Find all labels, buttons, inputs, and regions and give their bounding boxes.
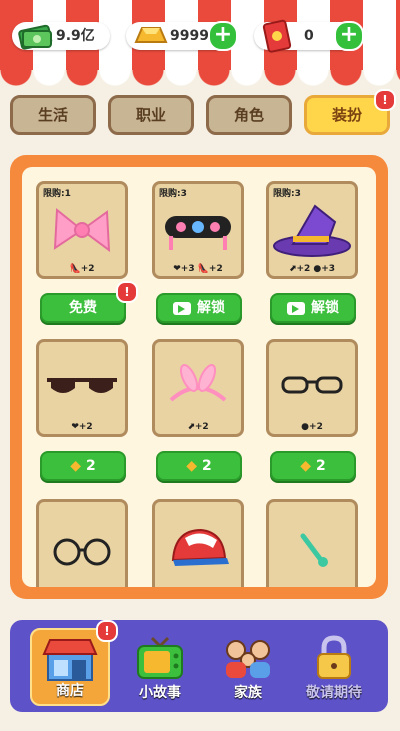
category-tabs: 生活 职业 角色 装扮 !: [0, 89, 400, 139]
cash-stack-icon: [18, 24, 53, 50]
ticket-value: 0: [304, 28, 314, 44]
nav-shop-badge: !: [96, 620, 118, 642]
item-stats: ❤+2: [71, 422, 93, 432]
money-value: 9.9亿: [56, 28, 95, 44]
item-card-baseball-cap[interactable]: [152, 499, 244, 587]
unlock-label: 解锁: [311, 300, 339, 316]
round-glasses-icon: [53, 538, 111, 566]
price-label: 2: [85, 458, 96, 474]
item-grid[interactable]: 限购:1 👠+2 限购:3 ❤+3 👠+2 限购:3 ⬈+2 ●+3 免费 ! …: [22, 167, 376, 587]
free-claim-button[interactable]: 免费: [40, 293, 126, 323]
nav-coming-soon-label: 敬请期待: [306, 685, 362, 701]
bottom-navigation: 商店 ! 小故事 家族 敬请期待: [10, 620, 388, 712]
bunny-ears-icon: [169, 364, 227, 402]
add-ticket-button[interactable]: +: [334, 21, 364, 51]
shop-icon: [42, 639, 98, 681]
item-card-witch-hat[interactable]: 限购:3 ⬈+2 ●+3: [266, 181, 358, 279]
item-stats: ❤+3 👠+2: [173, 264, 223, 274]
gold-buy-button[interactable]: ◆ 2: [270, 451, 356, 481]
gold-bar-icon: ◆: [70, 458, 86, 474]
video-icon: [287, 301, 305, 315]
add-gold-button[interactable]: +: [208, 21, 238, 51]
resource-bar: 9.9亿 9999996 + 0 +: [0, 12, 400, 56]
item-stats: ⬈+2 ●+3: [288, 264, 336, 274]
red-envelope-icon: [262, 19, 292, 53]
tab-role[interactable]: 角色: [206, 95, 292, 135]
item-card-round-glasses[interactable]: [36, 499, 128, 587]
unlock-label: 解锁: [197, 300, 225, 316]
lock-icon: [317, 635, 351, 679]
gold-bar-icon: [134, 27, 168, 43]
item-card-flower-headband[interactable]: 限购:3 ❤+3 👠+2: [152, 181, 244, 279]
gold-bar-icon: ◆: [186, 458, 202, 474]
free-claim-badge: !: [116, 281, 138, 303]
item-card-bunny-ears[interactable]: ⬈+2: [152, 339, 244, 437]
item-card-pink-bow[interactable]: 限购:1 👠+2: [36, 181, 128, 279]
video-unlock-button[interactable]: 解锁: [156, 293, 242, 323]
video-icon: [173, 301, 191, 315]
gold-buy-button[interactable]: ◆ 2: [40, 451, 126, 481]
nav-family[interactable]: 家族: [208, 628, 288, 706]
nav-family-label: 家族: [234, 685, 262, 701]
nav-story[interactable]: 小故事: [120, 628, 200, 706]
item-stats: ⬈+2: [187, 422, 209, 432]
glasses-icon: [281, 376, 343, 394]
video-unlock-button[interactable]: 解锁: [270, 293, 356, 323]
item-stats: ●+2: [301, 422, 323, 432]
ticket-counter: 0 +: [254, 19, 364, 53]
tab-life[interactable]: 生活: [10, 95, 96, 135]
gold-bar-icon: ◆: [300, 458, 316, 474]
nav-story-label: 小故事: [139, 685, 181, 701]
tv-icon: [137, 636, 183, 679]
gold-buy-button[interactable]: ◆ 2: [156, 451, 242, 481]
flower-headband-icon: [165, 216, 231, 250]
sunglasses-icon: [47, 378, 117, 393]
item-card-hair-clip[interactable]: [266, 499, 358, 587]
nav-coming-soon[interactable]: 敬请期待: [294, 628, 374, 706]
witch-hat-icon: [273, 204, 351, 257]
item-card-sunglasses[interactable]: ❤+2: [36, 339, 128, 437]
nav-shop-label: 商店: [56, 683, 84, 699]
tab-career[interactable]: 职业: [108, 95, 194, 135]
family-icon: [226, 640, 270, 678]
item-stats: 👠+2: [69, 264, 95, 274]
baseball-cap-icon: [171, 528, 229, 566]
tab-dressup-badge: !: [374, 89, 396, 111]
hair-clip-icon: [300, 533, 328, 567]
gold-counter: 9999996 +: [126, 21, 238, 51]
item-card-glasses[interactable]: ●+2: [266, 339, 358, 437]
item-panel: 限购:1 👠+2 限购:3 ❤+3 👠+2 限购:3 ⬈+2 ●+3 免费 ! …: [10, 155, 388, 599]
pink-bow-icon: [53, 208, 111, 253]
price-label: 2: [201, 458, 212, 474]
price-label: 2: [315, 458, 326, 474]
money-counter: 9.9亿: [12, 22, 110, 50]
